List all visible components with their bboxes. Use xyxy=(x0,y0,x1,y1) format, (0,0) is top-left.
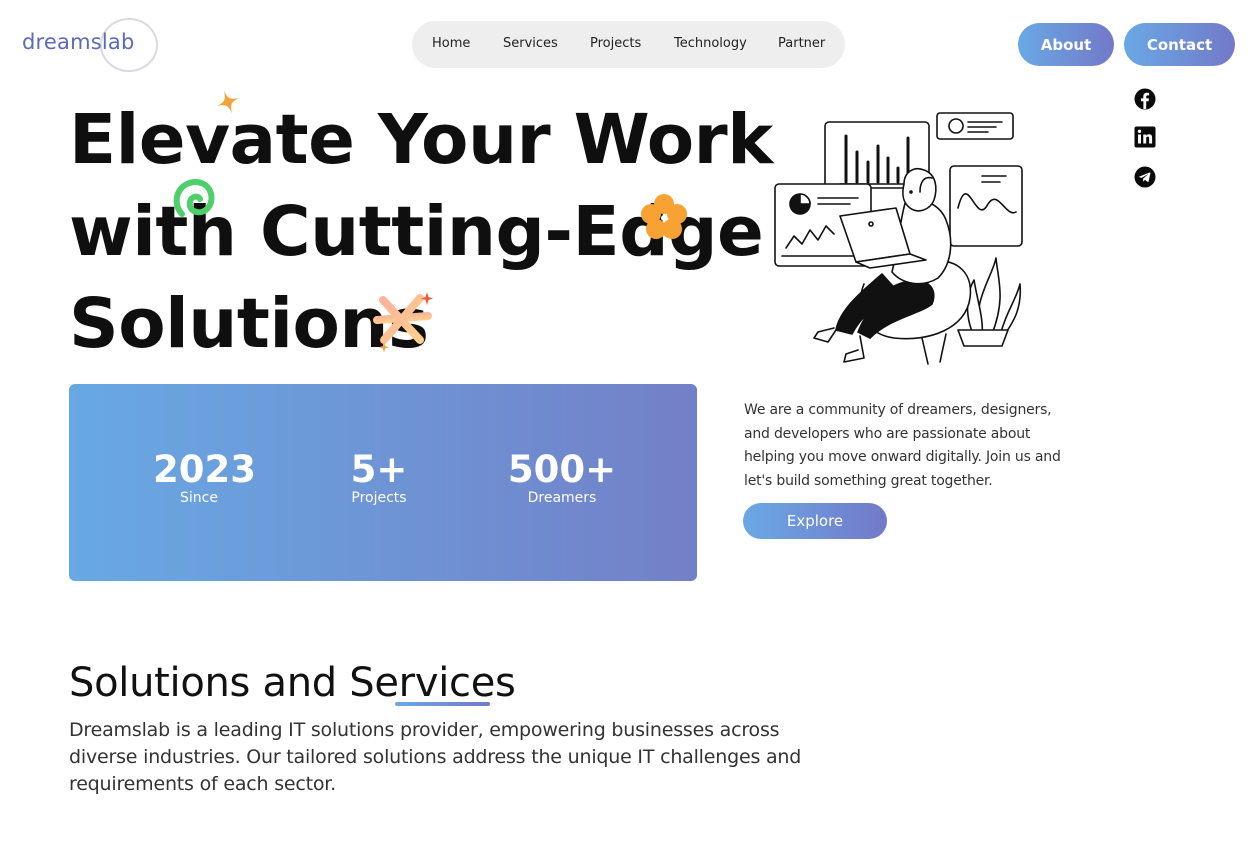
person-with-laptop-illustration xyxy=(774,112,1023,365)
nav-item-home[interactable]: Home xyxy=(432,36,470,51)
stat-value: 5+ xyxy=(350,448,408,491)
telegram-icon[interactable] xyxy=(1134,166,1156,188)
green-spiral-icon xyxy=(173,179,215,217)
nav-item-partner[interactable]: Partner xyxy=(778,36,825,51)
hero-title-line-1: Elevate Your Work xyxy=(69,100,773,180)
title-underline xyxy=(395,702,490,706)
stats-panel: 2023 Since 5+ Projects 500+ Dreamers xyxy=(69,384,697,581)
explore-button[interactable]: Explore xyxy=(743,503,887,539)
nav-item-technology[interactable]: Technology xyxy=(674,36,747,51)
stat-value: 2023 xyxy=(153,448,256,491)
stat-projects: 5+ Projects xyxy=(335,448,423,506)
linkedin-icon[interactable] xyxy=(1134,126,1156,148)
orange-flower-icon xyxy=(641,194,687,239)
services-section-title: Solutions and Services xyxy=(69,660,516,706)
brand-logo[interactable]: dreamslab xyxy=(20,16,158,74)
about-description: We are a community of dreamers, designer… xyxy=(744,402,1061,489)
contact-button[interactable]: Contact xyxy=(1124,23,1235,66)
facebook-icon[interactable] xyxy=(1134,88,1156,110)
stat-label: Dreamers xyxy=(527,489,597,506)
stat-value: 500+ xyxy=(507,448,617,491)
about-button[interactable]: About xyxy=(1018,23,1114,66)
stat-dreamers: 500+ Dreamers xyxy=(507,448,617,506)
stat-label: Projects xyxy=(351,489,407,506)
logo-text: dreamslab xyxy=(22,30,135,54)
main-nav: Home Services Projects Technology Partne… xyxy=(412,21,845,68)
peach-asterisk-icon xyxy=(373,288,433,353)
services-description: Dreamslab is a leading IT solutions prov… xyxy=(69,719,802,795)
nav-item-services[interactable]: Services xyxy=(503,36,558,51)
stat-since: 2023 Since xyxy=(153,448,256,506)
nav-item-projects[interactable]: Projects xyxy=(590,36,641,51)
stat-label: Since xyxy=(180,489,218,506)
orange-sparkle-icon xyxy=(216,90,240,114)
